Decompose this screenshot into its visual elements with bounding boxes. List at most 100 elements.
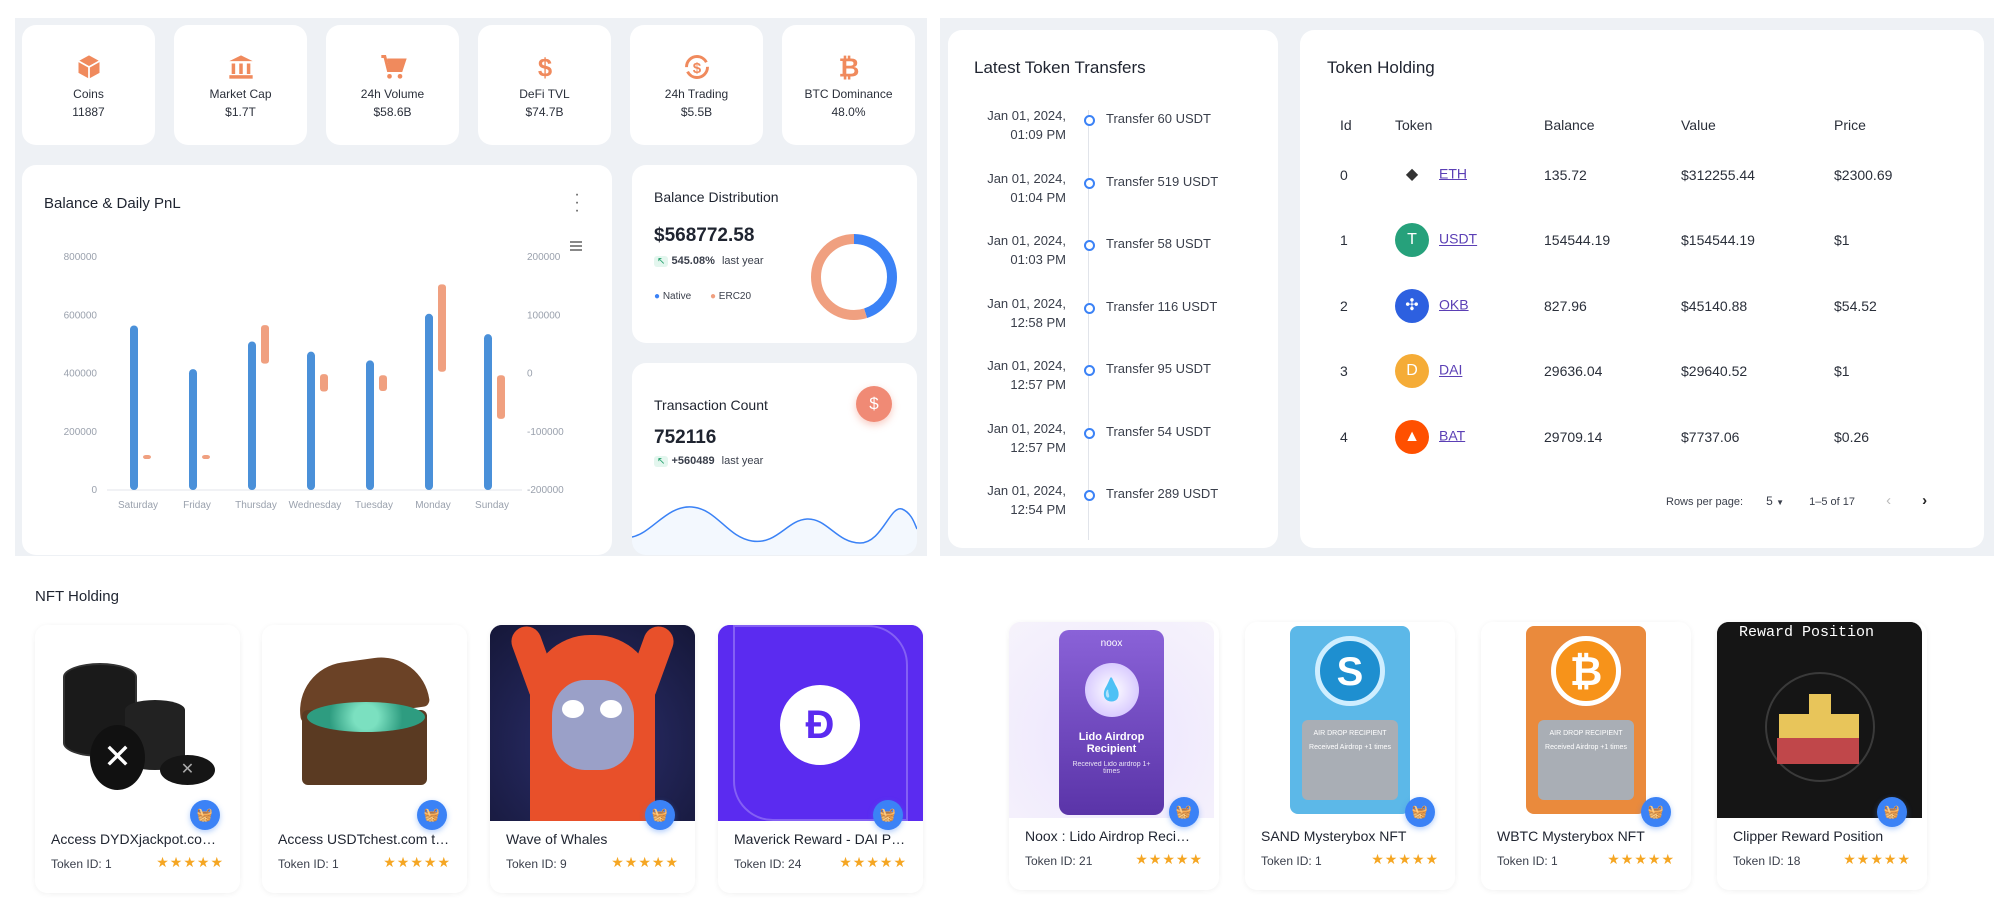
rating-stars: ★★★★★ [1843,851,1911,867]
cell-token: ◆ ETH [1395,142,1544,208]
cart-icon[interactable]: 🧺 [1877,797,1907,827]
cell-id: 0 [1340,166,1348,183]
cart-icon[interactable]: 🧺 [417,800,447,830]
rows-per-page-label: Rows per page: [1666,496,1744,508]
rating-stars: ★★★★★ [611,854,679,870]
pnl-bar [202,455,210,460]
stat-card-market-cap[interactable]: Market Cap $1.7T [174,25,307,145]
stat-value: $74.7B [525,105,564,119]
stat-card-defi-tvl[interactable]: $ DeFi TVL $74.7B [478,25,611,145]
transfer-item[interactable]: Jan 01, 2024, 12:57 PM Transfer 54 USDT [948,419,1211,469]
table-row[interactable]: 3 D DAI 29636.04 $29640.52 $1 [1340,339,1960,405]
eth-icon: ◆ [1395,157,1429,192]
stat-value: $1.7T [225,105,256,119]
cell-id: 3 [1340,363,1348,380]
nft-image: Reward Position [1717,622,1922,818]
lido-title: Lido Airdrop Recipient [1078,731,1145,755]
cart-icon[interactable]: 🧺 [873,800,903,830]
stat-card-volume[interactable]: 24h Volume $58.6B [326,25,459,145]
nft-token-id: Token ID: 1 [278,857,339,871]
y-tick-left: 400000 [64,369,98,380]
rating-stars: ★★★★★ [383,854,451,870]
table-row[interactable]: 0 ◆ ETH 135.72 $312255.44 $2300.69 [1340,142,1960,208]
cart-icon[interactable]: 🧺 [1169,797,1199,827]
balance-bar [484,334,492,490]
legend-erc20: ERC20 [718,291,752,302]
cart-icon[interactable]: 🧺 [1641,797,1671,827]
transfer-item[interactable]: Jan 01, 2024, 01:09 PM Transfer 60 USDT [948,106,1211,156]
nft-name: Access USDTchest.com to claim [278,831,450,847]
cell-token: ▲ BAT [1395,404,1544,470]
col-price[interactable]: Price [1834,108,1960,142]
bitcoin-icon: ₿ [838,54,859,81]
cart-icon[interactable]: 🧺 [645,800,675,830]
transfer-date-line: Jan 01, 2024, [987,295,1066,311]
bank-icon [228,55,253,79]
distribution-pct-label: last year [721,255,764,267]
pnl-bar [379,375,387,391]
stat-card-trading[interactable]: $ 24h Trading $5.5B [630,25,763,145]
nft-card[interactable]: 🧺Access USDTchest.com to claim Token ID: … [262,625,467,893]
timeline-dot-icon [1084,427,1095,439]
nft-card[interactable]: 🧺 Wave of Whales Token ID: 9 ★★★★★ [490,625,695,893]
nft-image [490,625,695,821]
transfer-item[interactable]: Jan 01, 2024, 12:57 PM Transfer 95 USDT [948,356,1211,406]
stat-card-coins[interactable]: Coins 11887 [22,25,155,145]
nft-token-id: Token ID: 1 [1497,854,1558,868]
cart-icon[interactable]: 🧺 [1405,797,1435,827]
token-link[interactable]: ETH [1439,165,1467,181]
transfer-item[interactable]: Jan 01, 2024, 12:58 PM Transfer 116 USDT [948,294,1217,344]
y-tick-left: 600000 [64,310,98,321]
nft-card[interactable]: ✕✕🧺Access DYDXjackpot.com - Claim Token I… [35,625,240,893]
rating-stars: ★★★★★ [1607,851,1675,867]
x-tick: Saturday [118,500,158,511]
table-row[interactable]: 2 ✣ OKB 827.96 $45140.88 $54.52 [1340,273,1960,339]
transfer-date: Jan 01, 2024, 12:57 PM [948,356,1066,394]
stat-card-btc-dominance[interactable]: ₿ BTC Dominance 48.0% [782,25,915,145]
cart-icon[interactable]: 🧺 [190,800,220,830]
transfer-text: Transfer 289 USDT [1106,486,1219,501]
token-link[interactable]: USDT [1439,231,1477,247]
y-tick-right: 200000 [527,252,561,263]
x-tick: Monday [415,500,451,511]
tx-count-delta-label: last year [721,455,764,467]
pnl-bar [143,455,151,460]
token-link[interactable]: OKB [1439,296,1469,312]
chevron-left-icon[interactable]: ‹ [1886,492,1891,509]
token-link[interactable]: DAI [1439,362,1462,378]
nft-card[interactable]: ₿ AIR DROP RECIPIENT Received Airdrop +1 t… [1481,622,1691,890]
transfer-item[interactable]: Jan 01, 2024, 01:04 PM Transfer 519 USDT [948,169,1218,219]
rating-stars: ★★★★★ [156,854,224,870]
dollar-badge-icon[interactable]: $ [856,386,892,422]
timeline-dot-icon [1084,240,1095,251]
nft-image: noox 💧 Lido Airdrop Recipient Received Lido… [1009,622,1214,818]
rows-per-page-select[interactable]: 5 ▼ [1766,494,1784,508]
nft-card[interactable]: Đ🧺Maverick Reward - DAI Position Token ID… [718,625,923,893]
transfer-item[interactable]: Jan 01, 2024, 12:54 PM Transfer 289 USDT [948,481,1218,531]
col-token[interactable]: Token [1395,108,1544,142]
cell-balance: 154544.19 [1544,232,1611,249]
airdrop-sub: Received Airdrop +1 times [1545,744,1627,751]
nft-card[interactable]: S AIR DROP RECIPIENT Received Airdrop +1 t… [1245,622,1455,890]
transfer-item[interactable]: Jan 01, 2024, 01:03 PM Transfer 58 USDT [948,231,1211,281]
nft-card[interactable]: noox 💧 Lido Airdrop Recipient Received Lido… [1009,622,1219,890]
distribution-title: Balance Distribution [654,189,779,205]
col-balance[interactable]: Balance [1544,108,1681,142]
table-row[interactable]: 4 ▲ BAT 29709.14 $7737.06 $0.26 [1340,404,1960,470]
exchange-icon: $ [684,55,709,79]
nft-card[interactable]: Reward Position 🧺 Clipper Reward Position T… [1717,622,1927,890]
col-value[interactable]: Value [1681,108,1834,142]
table-row[interactable]: 1 T USDT 154544.19 $154544.19 $1 [1340,208,1960,274]
transfer-time: 01:03 PM [1010,252,1066,267]
chevron-right-icon[interactable]: › [1922,492,1927,509]
pnl-bar [320,374,328,392]
token-link[interactable]: BAT [1439,427,1465,443]
transfer-date-line: Jan 01, 2024, [987,233,1066,248]
pagination: Rows per page: 5 ▼ 1–5 of 17 ‹ › [1666,492,1927,509]
col-id[interactable]: Id [1340,108,1395,142]
transfer-date-line: Jan 01, 2024, [987,420,1066,436]
balance-distribution-card: Balance Distribution $568772.58 ↖ 545.08… [632,165,917,343]
token-holding-title: Token Holding [1327,58,1435,77]
y-tick-right: 100000 [527,310,561,321]
cell-balance: 29709.14 [1544,428,1603,445]
